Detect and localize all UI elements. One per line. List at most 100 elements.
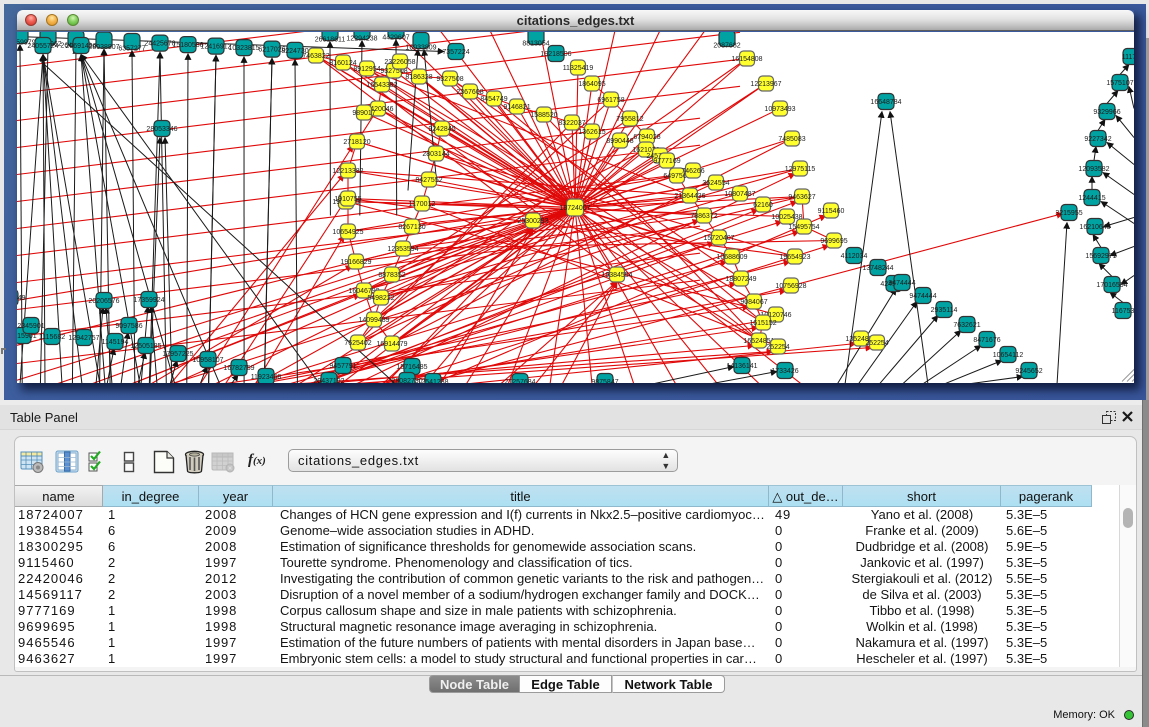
svg-text:7632621: 7632621 — [953, 322, 980, 329]
svg-text:18807249: 18807249 — [725, 276, 756, 283]
svg-text:9097586: 9097586 — [115, 323, 142, 330]
svg-text:8990448: 8990448 — [606, 138, 633, 145]
svg-text:8878352: 8878352 — [378, 272, 405, 279]
svg-text:7955812: 7955812 — [616, 116, 643, 123]
svg-text:3624554: 3624554 — [702, 180, 729, 187]
svg-text:7625402: 7625402 — [344, 340, 371, 347]
svg-text:8454749: 8454749 — [480, 96, 507, 103]
svg-text:9463627: 9463627 — [788, 194, 815, 201]
svg-text:26618611: 26618611 — [315, 37, 346, 44]
svg-text:9777169: 9777169 — [653, 158, 680, 165]
svg-text:8427552: 8427552 — [415, 177, 442, 184]
svg-text:7463822: 7463822 — [302, 53, 329, 60]
svg-text:24425670: 24425670 — [144, 41, 175, 48]
svg-text:12353594: 12353594 — [387, 246, 418, 253]
svg-text:16033809: 16033809 — [405, 45, 436, 52]
svg-text:20206576: 20206576 — [88, 298, 119, 305]
svg-text:10958107: 10958107 — [192, 357, 223, 364]
svg-text:8267130: 8267130 — [398, 224, 425, 231]
svg-text:12213382: 12213382 — [332, 168, 363, 175]
svg-text:2718120: 2718120 — [343, 139, 370, 146]
svg-text:989017: 989017 — [352, 110, 375, 117]
svg-text:19384554: 19384554 — [601, 272, 632, 279]
svg-text:19218506: 19218506 — [540, 51, 571, 58]
svg-text:12942757: 12942757 — [68, 335, 99, 342]
svg-text:25300293: 25300293 — [517, 218, 548, 225]
svg-text:1244415: 1244415 — [1078, 195, 1105, 202]
svg-text:9242845: 9242845 — [428, 126, 455, 133]
svg-text:9084067: 9084067 — [740, 299, 767, 306]
svg-text:17359924: 17359924 — [133, 297, 164, 304]
svg-text:2935114: 2935114 — [931, 307, 958, 314]
svg-text:19166829: 19166829 — [340, 259, 371, 266]
svg-text:1615152: 1615152 — [749, 320, 776, 327]
svg-text:12975115: 12975115 — [785, 166, 816, 173]
svg-text:1362615: 1362615 — [578, 129, 605, 136]
svg-text:10807487: 10807487 — [724, 191, 755, 198]
svg-text:252254: 252254 — [865, 340, 888, 347]
svg-text:1145194: 1145194 — [102, 339, 129, 346]
svg-text:4429607: 4429607 — [382, 35, 409, 42]
svg-text:9474444: 9474444 — [909, 293, 936, 300]
svg-text:1170012: 1170012 — [409, 201, 436, 208]
svg-text:2087682: 2087682 — [713, 43, 740, 50]
svg-text:24055724: 24055724 — [27, 43, 58, 50]
svg-text:20691406: 20691406 — [65, 43, 96, 50]
svg-text:16543382: 16543382 — [366, 82, 397, 89]
svg-text:9115460: 9115460 — [818, 208, 845, 215]
svg-text:16210643: 16210643 — [1079, 224, 1110, 231]
svg-text:11172: 11172 — [1122, 54, 1134, 61]
svg-text:12416912: 12416912 — [200, 44, 231, 51]
svg-text:9329966: 9329966 — [1093, 109, 1120, 116]
svg-text:8912954: 8912954 — [353, 66, 380, 73]
svg-text:9875847: 9875847 — [591, 379, 618, 383]
svg-text:14099489: 14099489 — [358, 317, 389, 324]
svg-text:10756928: 10756928 — [775, 283, 806, 290]
svg-text:19654923: 19654923 — [779, 254, 810, 261]
svg-text:116753: 116753 — [1112, 308, 1134, 315]
svg-text:1575107: 1575107 — [1106, 80, 1133, 87]
svg-text:10654925: 10654925 — [332, 229, 363, 236]
svg-text:8813054: 8813054 — [522, 41, 549, 48]
svg-text:29437192: 29437192 — [313, 378, 344, 383]
svg-text:9227342: 9227342 — [1084, 136, 1111, 143]
svg-text:12294238: 12294238 — [346, 36, 377, 43]
svg-text:1115682: 1115682 — [39, 334, 65, 341]
svg-text:6357277: 6357277 — [118, 46, 145, 53]
svg-text:17016504: 17016504 — [1096, 282, 1127, 289]
svg-text:15495754: 15495754 — [788, 224, 819, 231]
svg-text:9327508: 9327508 — [436, 76, 463, 83]
svg-text:7357224: 7357224 — [442, 49, 469, 56]
svg-text:8322037: 8322037 — [558, 120, 585, 127]
svg-text:10323815: 10323815 — [228, 45, 259, 52]
svg-text:17957225: 17957225 — [162, 351, 193, 358]
svg-text:21364436: 21364436 — [674, 193, 705, 200]
svg-text:1733426: 1733426 — [771, 368, 798, 375]
svg-text:6961758: 6961758 — [597, 97, 624, 104]
svg-text:8471676: 8471676 — [973, 337, 1000, 344]
svg-text:252254: 252254 — [766, 344, 789, 351]
svg-text:62160: 62160 — [753, 202, 773, 209]
svg-text:15716485: 15716485 — [396, 364, 427, 371]
svg-text:10654112: 10654112 — [993, 352, 1024, 359]
svg-text:6794028: 6794028 — [633, 134, 660, 141]
svg-text:15180586: 15180586 — [172, 42, 203, 49]
svg-text:12505185: 12505185 — [130, 343, 161, 350]
svg-text:746266: 746266 — [681, 168, 704, 175]
svg-text:7485083: 7485083 — [778, 136, 805, 143]
svg-text:1588520: 1588520 — [530, 112, 557, 119]
svg-text:16914479: 16914479 — [376, 341, 407, 348]
svg-text:15692971: 15692971 — [1085, 253, 1116, 260]
svg-text:9457791: 9457791 — [329, 363, 356, 370]
svg-text:21257684: 21257684 — [504, 379, 535, 383]
svg-text:12093582: 12093582 — [1078, 166, 1109, 173]
svg-text:16648784: 16648784 — [870, 99, 901, 106]
svg-text:13748244: 13748244 — [862, 265, 893, 272]
svg-text:11325419: 11325419 — [563, 65, 594, 72]
svg-text:2345901: 2345901 — [17, 323, 44, 330]
svg-text:12213967: 12213967 — [750, 81, 781, 88]
svg-text:8186328: 8186328 — [405, 74, 432, 81]
svg-text:28053346: 28053346 — [146, 126, 177, 133]
svg-text:15720407: 15720407 — [703, 235, 734, 242]
svg-text:5498222: 5498222 — [367, 295, 394, 302]
